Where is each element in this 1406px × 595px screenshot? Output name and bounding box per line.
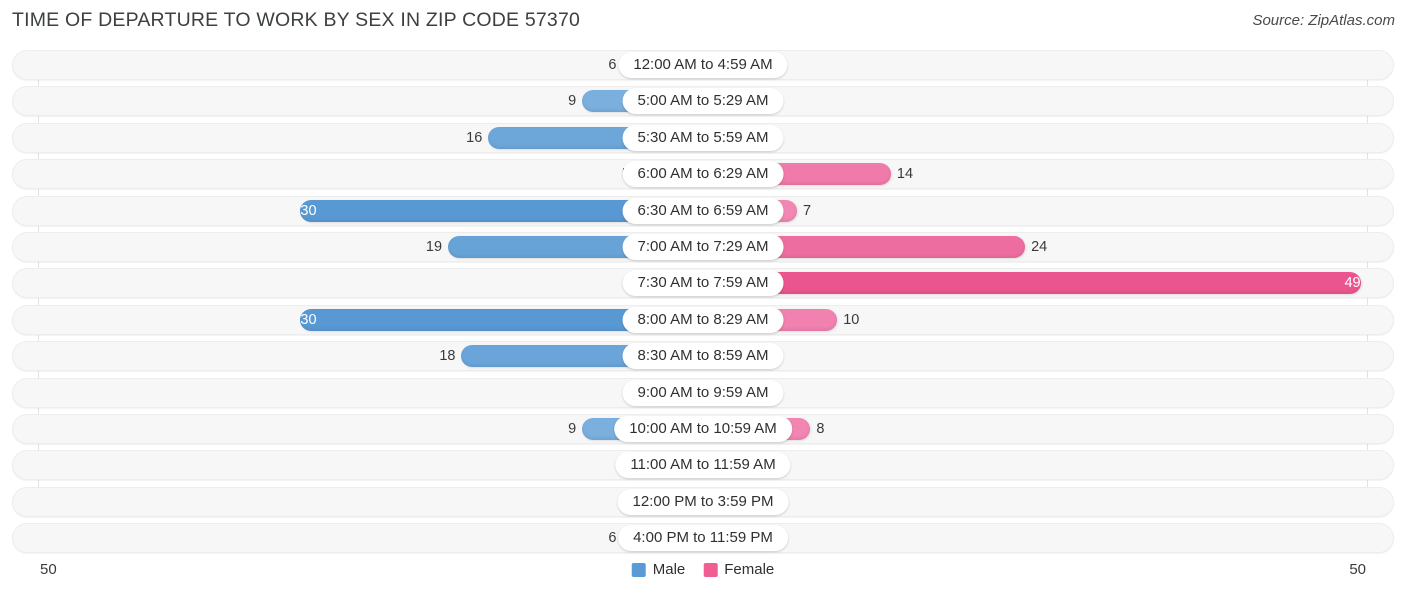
- axis-max-right: 50: [1349, 561, 1366, 578]
- value-female: 14: [896, 166, 914, 183]
- table-row[interactable]: 1625:30 AM to 5:59 AM: [0, 122, 1406, 153]
- category-label: 9:00 AM to 9:59 AM: [622, 379, 784, 406]
- value-male: 18: [439, 348, 456, 365]
- legend-label-female: Female: [724, 561, 775, 578]
- table-row[interactable]: 1818:30 AM to 8:59 AM: [0, 341, 1406, 372]
- category-label: 12:00 PM to 3:59 PM: [617, 488, 789, 515]
- category-label: 6:00 AM to 6:29 AM: [622, 161, 784, 188]
- chart-legend: Male Female: [631, 561, 774, 578]
- value-female: 10: [843, 311, 860, 328]
- value-female: 24: [1031, 238, 1048, 255]
- value-female: 7: [802, 202, 812, 219]
- legend-item-female[interactable]: Female: [703, 561, 774, 578]
- category-label: 12:00 AM to 4:59 AM: [618, 52, 788, 78]
- table-row[interactable]: 0497:30 AM to 7:59 AM: [0, 268, 1406, 299]
- chart-footer: 50 50 Male Female: [0, 551, 1406, 595]
- legend-swatch-male-icon: [631, 562, 646, 577]
- legend-item-male[interactable]: Male: [631, 561, 686, 578]
- table-row[interactable]: 239:00 AM to 9:59 AM: [0, 377, 1406, 408]
- category-label: 10:00 AM to 10:59 AM: [614, 415, 792, 442]
- category-label: 4:00 PM to 11:59 PM: [618, 525, 788, 552]
- legend-swatch-female-icon: [703, 562, 718, 577]
- table-row[interactable]: 0011:00 AM to 11:59 AM: [0, 450, 1406, 481]
- legend-label-male: Male: [652, 561, 686, 578]
- table-row[interactable]: 5146:00 AM to 6:29 AM: [0, 159, 1406, 190]
- value-female: 8: [816, 420, 825, 437]
- category-label: 5:00 AM to 5:29 AM: [622, 88, 784, 115]
- table-row[interactable]: 9 8 10:00 AM to 10:59 AM: [0, 413, 1406, 444]
- value-male: 19: [425, 238, 443, 255]
- axis-max-left: 50: [40, 561, 57, 578]
- chart-header: TIME OF DEPARTURE TO WORK BY SEX IN ZIP …: [0, 0, 1406, 44]
- category-label: 7:00 AM to 7:29 AM: [622, 233, 784, 260]
- category-label: 7:30 AM to 7:59 AM: [622, 270, 784, 297]
- category-label: 8:00 AM to 8:29 AM: [622, 306, 784, 333]
- table-row[interactable]: 19 24 7:00 AM to 7:29 AM: [0, 231, 1406, 262]
- value-male: 9: [568, 420, 577, 437]
- category-label: 11:00 AM to 11:59 AM: [615, 452, 791, 479]
- chart-plot-area: 6012:00 AM to 4:59 AM 905:00 AM to 5:29 A…: [0, 50, 1406, 555]
- page-title: TIME OF DEPARTURE TO WORK BY SEX IN ZIP …: [12, 9, 581, 31]
- table-row[interactable]: 905:00 AM to 5:29 AM: [0, 86, 1406, 117]
- category-label: 6:30 AM to 6:59 AM: [622, 197, 784, 224]
- source-attribution: Source: ZipAtlas.com: [1252, 12, 1395, 29]
- table-row[interactable]: 0512:00 PM to 3:59 PM: [0, 486, 1406, 517]
- value-male: 9: [568, 93, 577, 110]
- category-label: 5:30 AM to 5:59 AM: [622, 124, 784, 151]
- table-row[interactable]: 644:00 PM to 11:59 PM: [0, 523, 1406, 554]
- value-female: 49: [1344, 275, 1361, 292]
- category-label: 8:30 AM to 8:59 AM: [622, 343, 784, 370]
- bar-row-list: 6012:00 AM to 4:59 AM 905:00 AM to 5:29 A…: [0, 50, 1406, 559]
- value-male: 16: [466, 129, 483, 146]
- table-row[interactable]: 30 7 6:30 AM to 6:59 AM: [0, 195, 1406, 226]
- table-row[interactable]: 30 10 8:00 AM to 8:29 AM: [0, 304, 1406, 335]
- table-row[interactable]: 6012:00 AM to 4:59 AM: [0, 50, 1406, 80]
